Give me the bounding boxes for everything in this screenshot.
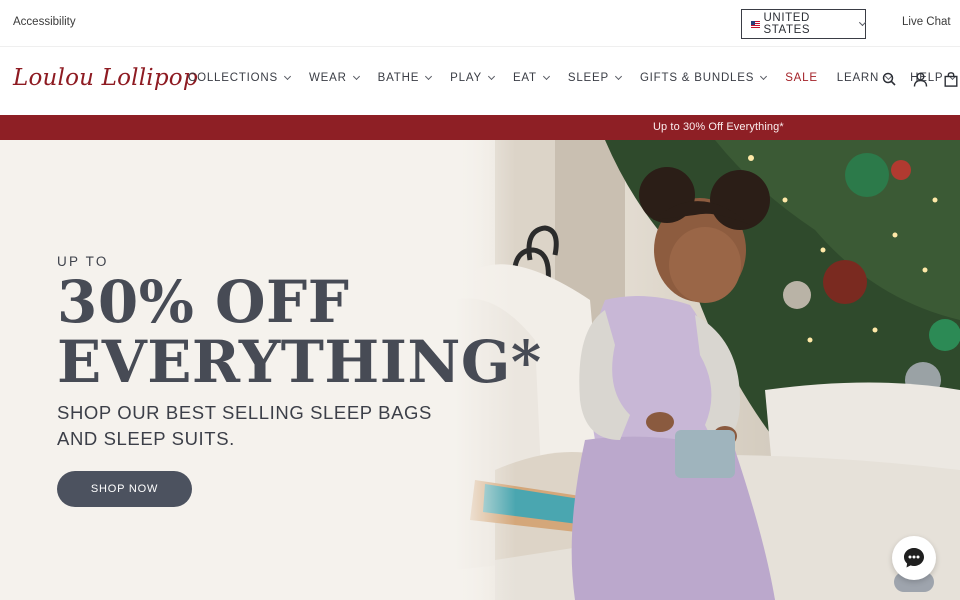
us-flag-icon — [751, 20, 760, 28]
nav-item-label: EAT — [512, 72, 537, 84]
chevron-down-icon — [859, 18, 867, 26]
nav-item-label: COLLECTIONS — [188, 72, 278, 84]
live-chat-link[interactable]: Live Chat — [902, 16, 951, 28]
promo-text: Up to 30% Off Everything* — [653, 121, 784, 133]
nav-item-sale[interactable]: SALE — [785, 72, 818, 84]
promo-banner[interactable]: Up to 30% Off Everything* — [0, 115, 960, 140]
chat-widget-button[interactable] — [892, 536, 936, 580]
hero-eyebrow: UP TO — [57, 254, 109, 269]
search-icon[interactable] — [882, 72, 898, 88]
nav-item-collections[interactable]: COLLECTIONS — [188, 72, 292, 84]
header-icons — [882, 72, 960, 88]
chevron-down-icon — [760, 72, 768, 80]
nav-item-label: GIFTS & BUNDLES — [639, 72, 755, 84]
nav-item-play[interactable]: PLAY — [450, 72, 495, 84]
chevron-down-icon — [614, 72, 622, 80]
hero-subline-line2: AND SLEEP SUITS. — [57, 428, 235, 449]
hero-headline: 30% OFF EVERYTHING* — [57, 272, 542, 392]
utility-bar: Accessibility UNITED STATES Live Chat — [0, 0, 960, 47]
accessibility-link[interactable]: Accessibility — [13, 16, 76, 28]
brand-logo[interactable]: Loulou Lollipop — [13, 65, 198, 91]
chevron-down-icon — [283, 72, 292, 80]
nav-item-label: SLEEP — [567, 72, 609, 84]
country-label: UNITED STATES — [763, 12, 811, 36]
nav-item-wear[interactable]: WEAR — [308, 72, 360, 84]
nav-item-eat[interactable]: EAT — [512, 72, 550, 84]
account-icon[interactable] — [913, 72, 929, 88]
cart-icon[interactable] — [944, 72, 960, 88]
nav-item-label: BATHE — [377, 72, 420, 84]
shop-now-button[interactable]: SHOP NOW — [57, 471, 192, 507]
chevron-down-icon — [542, 72, 550, 80]
country-selector[interactable]: UNITED STATES — [741, 9, 867, 39]
main-nav: COLLECTIONS WEAR BATHE PLAY EAT SLEEP GI… — [188, 72, 960, 84]
nav-item-gifts-bundles[interactable]: GIFTS & BUNDLES — [639, 72, 768, 84]
nav-item-label: WEAR — [308, 72, 347, 84]
nav-item-bathe[interactable]: BATHE — [377, 72, 433, 84]
hero-subline: SHOP OUR BEST SELLING SLEEP BAGS AND SLE… — [57, 400, 432, 452]
hero-headline-line1: 30% OFF — [57, 268, 350, 336]
chevron-down-icon — [487, 72, 495, 80]
hero-subline-line1: SHOP OUR BEST SELLING SLEEP BAGS — [57, 402, 432, 423]
nav-item-label: SALE — [785, 72, 818, 84]
chevron-down-icon — [425, 72, 433, 80]
hero-headline-line2: EVERYTHING* — [57, 328, 542, 396]
chevron-down-icon — [352, 72, 360, 80]
nav-item-label: LEARN — [836, 72, 880, 84]
nav-item-label: PLAY — [450, 72, 482, 84]
hero-section: UP TO 30% OFF EVERYTHING* SHOP OUR BEST … — [0, 140, 960, 600]
nav-item-sleep[interactable]: SLEEP — [567, 72, 622, 84]
main-header: Loulou Lollipop COLLECTIONS WEAR BATHE P… — [0, 47, 960, 115]
chat-bubble-icon — [904, 548, 924, 568]
